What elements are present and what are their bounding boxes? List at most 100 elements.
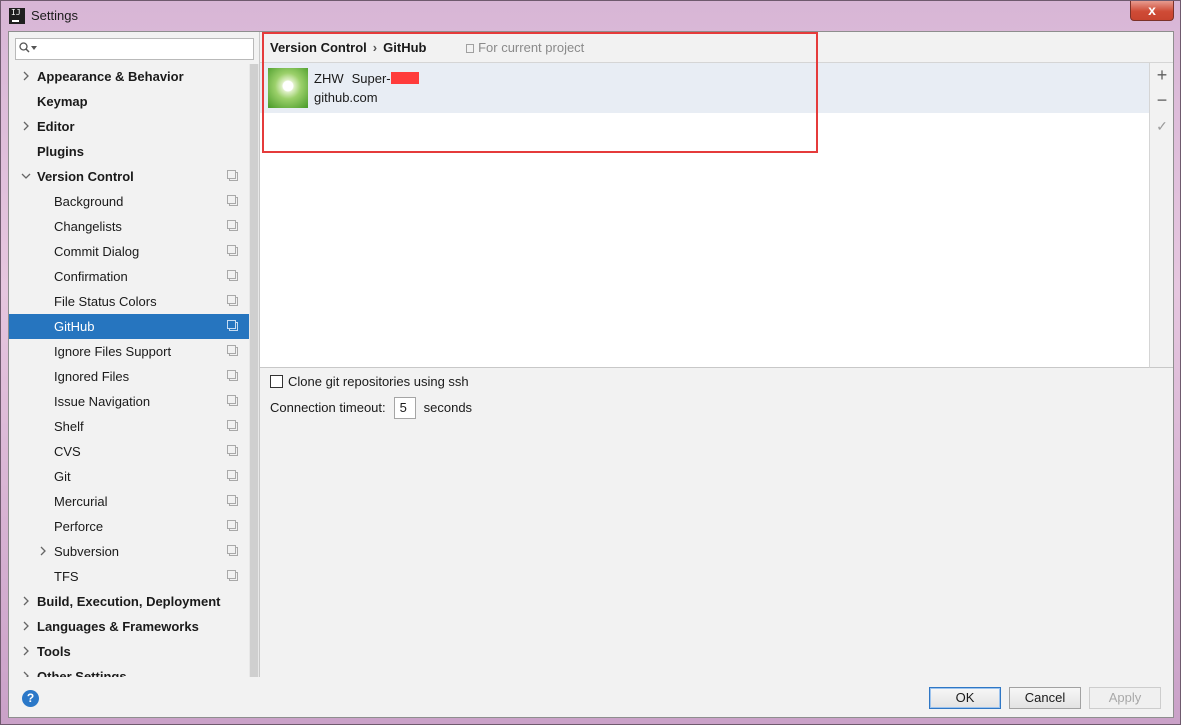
tree-item-subversion[interactable]: Subversion: [9, 539, 249, 564]
tree-item-label: Perforce: [54, 519, 104, 534]
tree-item-tfs[interactable]: TFS: [9, 564, 249, 589]
tree-item-file-status-colors[interactable]: File Status Colors: [9, 289, 249, 314]
project-level-icon: [227, 170, 238, 181]
tree-item-background[interactable]: Background: [9, 189, 249, 214]
add-account-icon[interactable]: +: [1154, 66, 1170, 84]
tree-item-label: CVS: [54, 444, 81, 459]
tree-item-changelists[interactable]: Changelists: [9, 214, 249, 239]
intellij-app-icon: IJ: [9, 8, 25, 24]
chevron-right-icon[interactable]: [21, 596, 31, 606]
cancel-button[interactable]: Cancel: [1009, 687, 1081, 709]
tree-item-tools[interactable]: Tools: [9, 639, 249, 664]
title-bar[interactable]: IJ Settings x: [1, 1, 1180, 31]
clone-ssh-checkbox[interactable]: [270, 375, 283, 388]
settings-search-input[interactable]: [15, 38, 254, 60]
breadcrumb-version-control: Version Control: [270, 40, 367, 55]
chevron-right-icon[interactable]: [21, 646, 31, 656]
tree-item-mercurial[interactable]: Mercurial: [9, 489, 249, 514]
project-level-icon: [227, 195, 238, 206]
project-level-icon: [227, 245, 238, 256]
tree-item-languages-frameworks[interactable]: Languages & Frameworks: [9, 614, 249, 639]
tree-item-label: Languages & Frameworks: [37, 619, 199, 634]
project-level-icon: [227, 295, 238, 306]
window-title: Settings: [31, 8, 78, 23]
timeout-label: Connection timeout:: [270, 400, 386, 415]
github-settings-panel: Version Control › GitHub For current proje…: [260, 32, 1173, 677]
project-level-icon: [227, 545, 238, 556]
search-dropdown-icon[interactable]: [31, 46, 37, 50]
timeout-unit: seconds: [423, 400, 473, 415]
tree-item-label: Confirmation: [54, 269, 128, 284]
tree-item-label: Background: [54, 194, 124, 209]
connection-timeout-option: Connection timeout: 5 seconds: [270, 397, 472, 419]
tree-item-label: Commit Dialog: [54, 244, 140, 259]
project-level-icon: [227, 570, 238, 581]
tree-item-label: Git: [54, 469, 71, 484]
tree-item-version-control[interactable]: Version Control: [9, 164, 249, 189]
project-level-icon: [227, 520, 238, 531]
account-host: github.com: [314, 90, 378, 105]
breadcrumb-github: GitHub: [383, 40, 427, 55]
tree-item-perforce[interactable]: Perforce: [9, 514, 249, 539]
tree-item-editor[interactable]: Editor: [9, 114, 249, 139]
remove-account-icon[interactable]: −: [1154, 91, 1170, 109]
tree-item-label: Keymap: [37, 94, 88, 109]
tree-item-label: Version Control: [37, 169, 134, 184]
account-row[interactable]: ZHW Super- github.com: [260, 63, 1149, 113]
tree-item-ignored-files[interactable]: Ignored Files: [9, 364, 249, 389]
project-level-icon: [227, 220, 238, 231]
tree-item-label: Subversion: [54, 544, 120, 559]
project-level-icon: [227, 420, 238, 431]
chevron-right-icon[interactable]: [38, 546, 48, 556]
tree-item-label: Ignore Files Support: [54, 344, 172, 359]
timeout-input[interactable]: 5: [393, 397, 416, 419]
search-icon: [19, 42, 30, 53]
tree-item-keymap[interactable]: Keymap: [9, 89, 249, 114]
tree-item-label: GitHub: [54, 319, 95, 334]
project-level-icon: [227, 445, 238, 456]
tree-item-commit-dialog[interactable]: Commit Dialog: [9, 239, 249, 264]
dialog-button-bar: ? OK Cancel Apply: [9, 677, 1173, 717]
breadcrumb-separator: ›: [372, 40, 378, 55]
tree-item-appearance-behavior[interactable]: Appearance & Behavior: [9, 64, 249, 89]
tree-item-shelf[interactable]: Shelf: [9, 414, 249, 439]
project-level-icon: [227, 345, 238, 356]
tree-item-label: Issue Navigation: [54, 394, 151, 409]
tree-item-ignore-files-support[interactable]: Ignore Files Support: [9, 339, 249, 364]
sidebar-scrollbar[interactable]: [249, 64, 259, 677]
tree-item-label: Shelf: [54, 419, 84, 434]
accounts-toolbar: + − ✓: [1149, 62, 1173, 368]
settings-tree: Appearance & Behavior Keymap Editor Plugins…: [9, 64, 249, 677]
tree-item-issue-navigation[interactable]: Issue Navigation: [9, 389, 249, 414]
account-avatar: [268, 68, 308, 108]
tree-item-label: Plugins: [37, 144, 84, 159]
github-options: Clone git repositories using ssh Connect…: [270, 374, 472, 419]
chevron-right-icon[interactable]: [21, 621, 31, 631]
tree-item-git[interactable]: Git: [9, 464, 249, 489]
ok-button[interactable]: OK: [929, 687, 1001, 709]
tree-item-github[interactable]: GitHub: [9, 314, 249, 339]
chevron-right-icon[interactable]: [21, 71, 31, 81]
tree-item-confirmation[interactable]: Confirmation: [9, 264, 249, 289]
tree-item-plugins[interactable]: Plugins: [9, 139, 249, 164]
set-default-account-icon[interactable]: ✓: [1154, 118, 1170, 134]
redaction-mark: [390, 72, 419, 84]
tree-item-build-execution-deployment[interactable]: Build, Execution, Deployment: [9, 589, 249, 614]
account-name: ZHW: [314, 71, 344, 86]
scope-note: For current project: [466, 40, 584, 55]
apply-button[interactable]: Apply: [1089, 687, 1161, 709]
chevron-down-icon[interactable]: [21, 171, 31, 181]
github-accounts-list[interactable]: ZHW Super- github.com: [260, 62, 1149, 368]
help-icon[interactable]: ?: [22, 690, 39, 707]
project-level-icon: [227, 320, 238, 331]
tree-item-cvs[interactable]: CVS: [9, 439, 249, 464]
chevron-right-icon[interactable]: [21, 121, 31, 131]
tree-item-label: Other Settings: [37, 669, 127, 677]
project-level-icon: [227, 370, 238, 381]
tree-item-label: Ignored Files: [54, 369, 130, 384]
tree-item-label: File Status Colors: [54, 294, 157, 309]
close-window-button[interactable]: x: [1130, 1, 1174, 21]
tree-item-other-settings[interactable]: Other Settings: [9, 664, 249, 677]
sidebar-scroll-thumb[interactable]: [250, 64, 258, 677]
clone-ssh-option[interactable]: Clone git repositories using ssh: [270, 374, 472, 392]
